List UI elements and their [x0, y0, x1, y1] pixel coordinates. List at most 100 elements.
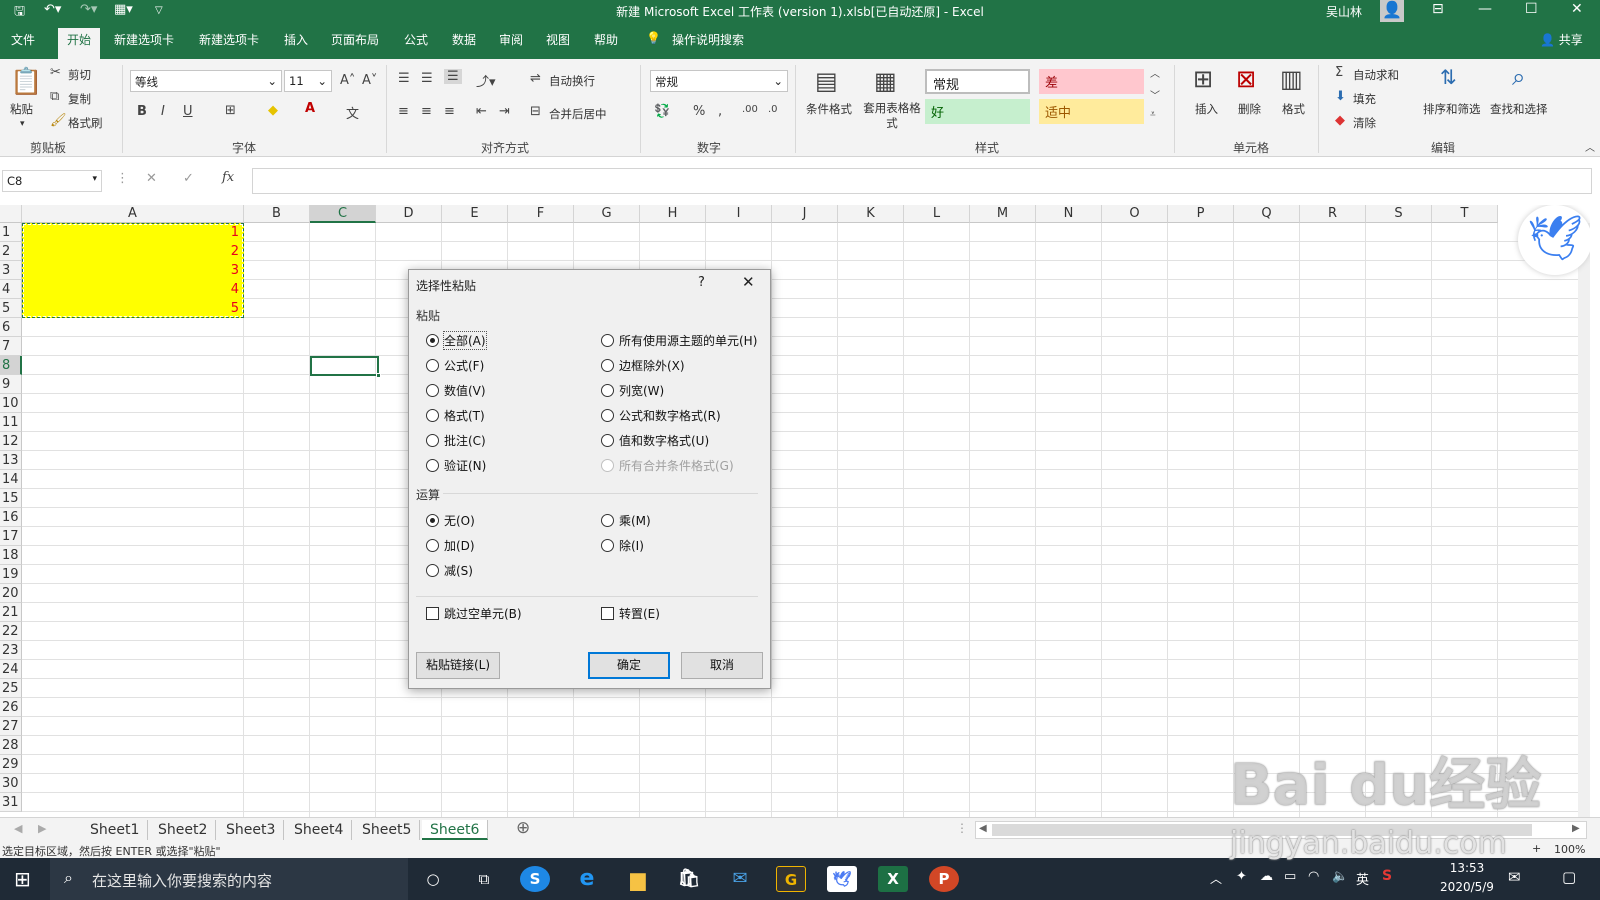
radio-formulas-number-formats[interactable]: 公式和数字格式(R) [601, 407, 721, 424]
row-header-10[interactable]: 10 [0, 394, 22, 413]
italic-icon[interactable]: I [161, 104, 165, 119]
edge-browser-icon[interactable]: e [572, 866, 602, 892]
find-select-button[interactable]: 查找和选择 [1490, 101, 1548, 117]
cortana-icon[interactable]: ○ [418, 866, 448, 892]
wifi-icon[interactable]: ◠ [1308, 869, 1319, 884]
format-as-table-button[interactable]: 套用表格格式 [862, 101, 922, 131]
tray-cloud-icon[interactable]: ☁ [1260, 869, 1273, 884]
wrap-text-button[interactable]: 自动换行 [549, 73, 595, 89]
radio-op-add[interactable]: 加(D) [426, 537, 475, 554]
transpose-checkbox[interactable]: 转置(E) [601, 605, 660, 622]
conditional-format-button[interactable]: 条件格式 [806, 101, 852, 117]
align-middle-icon[interactable]: ☰ [421, 71, 433, 86]
underline-icon[interactable]: U [183, 104, 193, 119]
row-header-2[interactable]: 2 [0, 242, 22, 261]
app-g-icon[interactable]: G [776, 866, 806, 892]
minimize-icon[interactable]: — [1478, 1, 1492, 17]
tray-app-icon[interactable]: ✦ [1236, 869, 1247, 884]
zoom-in-icon[interactable]: + [1532, 842, 1541, 855]
comma-style-icon[interactable]: , [718, 104, 722, 119]
row-header-18[interactable]: 18 [0, 546, 22, 565]
name-box[interactable]: C8 ▾ [2, 170, 102, 192]
row-header-25[interactable]: 25 [0, 679, 22, 698]
tab-review[interactable]: 审阅 [499, 31, 523, 48]
row-header-26[interactable]: 26 [0, 698, 22, 717]
notification-icon[interactable]: ▢ [1562, 868, 1576, 886]
row-header-17[interactable]: 17 [0, 527, 22, 546]
help-icon[interactable]: ? [698, 275, 705, 290]
tab-insert[interactable]: 插入 [284, 31, 308, 48]
scroll-left-icon[interactable]: ◀ [979, 823, 987, 834]
cell-A5[interactable]: 5 [22, 299, 242, 318]
tab-view[interactable]: 视图 [546, 31, 570, 48]
column-header-T[interactable]: T [1432, 205, 1498, 223]
orientation-icon[interactable]: ⤴▾ [476, 71, 496, 90]
increase-indent-icon[interactable]: ⇥ [499, 104, 510, 119]
cancel-entry-icon[interactable]: ✕ [146, 171, 157, 186]
paste-link-button[interactable]: 粘贴链接(L) [416, 652, 500, 679]
battery-icon[interactable]: ▭ [1284, 869, 1296, 884]
column-header-P[interactable]: P [1168, 205, 1234, 223]
insert-function-icon[interactable]: fx [222, 170, 234, 185]
cell-A2[interactable]: 2 [22, 242, 242, 261]
taskbar-mail-badge-icon[interactable]: ✉ [1508, 868, 1521, 886]
column-header-E[interactable]: E [442, 205, 508, 223]
align-left-icon[interactable]: ≡ [398, 104, 409, 119]
cell-A4[interactable]: 4 [22, 280, 242, 299]
fill-handle[interactable] [376, 373, 381, 378]
radio-validation[interactable]: 验证(N) [426, 457, 486, 474]
align-right-icon[interactable]: ≡ [444, 104, 455, 119]
task-view-icon[interactable]: ⧉ [469, 866, 499, 892]
row-header-1[interactable]: 1 [0, 223, 22, 242]
bird-app-icon[interactable]: 🕊 [827, 866, 857, 892]
avatar[interactable]: 👤 [1380, 0, 1404, 22]
sogou-browser-icon[interactable]: S [520, 866, 550, 892]
row-header-22[interactable]: 22 [0, 622, 22, 641]
user-name[interactable]: 吴山林 [1326, 3, 1362, 20]
sheet-tab-3[interactable]: Sheet3 [218, 820, 285, 840]
row-header-27[interactable]: 27 [0, 717, 22, 736]
styles-scroll-down-icon[interactable]: ﹀ [1150, 87, 1160, 102]
taskbar-search-box[interactable]: ⌕ 在这里输入你要搜索的内容 [50, 858, 408, 900]
fill-color-icon[interactable]: ◆ [268, 103, 278, 118]
share-button[interactable]: 👤 共享 [1540, 31, 1583, 48]
align-bottom-icon[interactable]: ☰ [444, 69, 462, 84]
row-header-16[interactable]: 16 [0, 508, 22, 527]
sheet-tab-6[interactable]: Sheet6 [422, 820, 489, 840]
radio-values[interactable]: 数值(V) [426, 382, 486, 399]
scroll-right-icon[interactable]: ▶ [1572, 823, 1580, 834]
cut-button[interactable]: 剪切 [68, 67, 91, 83]
maximize-icon[interactable]: ☐ [1525, 1, 1538, 17]
tab-page-layout[interactable]: 页面布局 [331, 31, 379, 48]
row-header-21[interactable]: 21 [0, 603, 22, 622]
radio-source-theme[interactable]: 所有使用源主题的单元(H) [601, 332, 757, 349]
column-header-I[interactable]: I [706, 205, 772, 223]
split-handle-icon[interactable]: ⋮ [956, 821, 968, 835]
tab-home[interactable]: 开始 [58, 28, 101, 62]
prev-sheet-icon[interactable]: ◀ [14, 822, 22, 835]
sheet-tab-2[interactable]: Sheet2 [150, 820, 217, 840]
row-header-4[interactable]: 4 [0, 280, 22, 299]
ok-button[interactable]: 确定 [588, 652, 670, 679]
cell-A1[interactable]: 1 [22, 223, 242, 242]
bold-icon[interactable]: B [137, 104, 147, 119]
taskbar-time[interactable]: 13:53 [1437, 861, 1497, 875]
border-icon[interactable]: ⊞ [225, 103, 236, 118]
row-header-3[interactable]: 3 [0, 261, 22, 280]
decrease-decimal-icon[interactable]: .0 [768, 104, 778, 115]
font-name-select[interactable]: 等线 ⌄ [130, 70, 282, 92]
select-all-corner[interactable] [0, 205, 22, 223]
align-top-icon[interactable]: ☰ [398, 71, 410, 86]
tab-data[interactable]: 数据 [452, 31, 476, 48]
radio-op-none[interactable]: 无(O) [426, 512, 475, 529]
taskbar-date[interactable]: 2020/5/9 [1430, 880, 1504, 894]
column-header-G[interactable]: G [574, 205, 640, 223]
radio-formulas[interactable]: 公式(F) [426, 357, 484, 374]
active-cell-C8[interactable] [310, 356, 379, 376]
collapse-ribbon-icon[interactable]: ︿ [1585, 139, 1595, 154]
row-header-13[interactable]: 13 [0, 451, 22, 470]
column-header-D[interactable]: D [376, 205, 442, 223]
row-header-20[interactable]: 20 [0, 584, 22, 603]
column-header-J[interactable]: J [772, 205, 838, 223]
column-header-B[interactable]: B [244, 205, 310, 223]
